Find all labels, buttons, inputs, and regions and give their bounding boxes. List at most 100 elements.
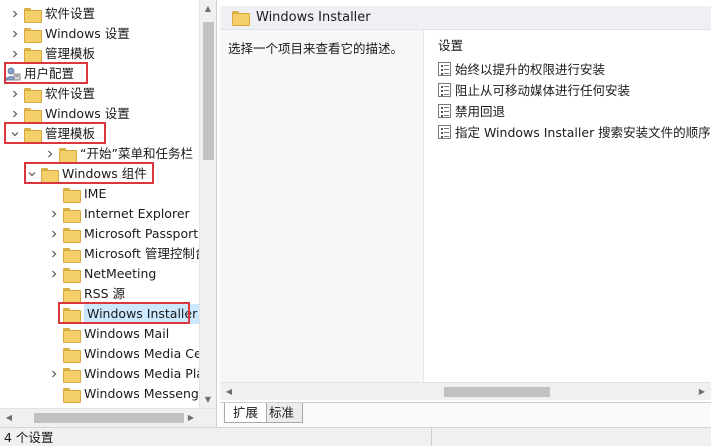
- detail-title: Windows Installer: [256, 10, 371, 25]
- description-pane: 选择一个项目来查看它的描述。: [220, 30, 424, 382]
- folder-icon: [63, 367, 81, 383]
- policy-setting-label: 指定 Windows Installer 搜索安装文件的顺序: [455, 125, 711, 140]
- folder-icon: [24, 27, 42, 43]
- policy-setting-row[interactable]: 禁用回退: [438, 100, 711, 121]
- policy-setting-icon: [438, 61, 451, 76]
- tree-item-label: 管理模板: [45, 46, 96, 61]
- tree-item-label: IME: [84, 186, 107, 201]
- tree-item[interactable]: Windows 设置: [9, 24, 130, 44]
- chevron-right-icon[interactable]: [9, 44, 21, 64]
- tree-item[interactable]: Windows Mail: [48, 324, 169, 344]
- folder-icon: [63, 227, 81, 243]
- tree-vertical-scrollbar[interactable]: ▲ ▼: [199, 0, 216, 408]
- policy-setting-label: 禁用回退: [455, 104, 506, 119]
- tree-item[interactable]: NetMeeting: [48, 264, 156, 284]
- chevron-right-icon[interactable]: [9, 4, 21, 24]
- chevron-right-icon[interactable]: [48, 224, 60, 244]
- tree-item-label: 软件设置: [45, 86, 96, 101]
- folder-icon: [59, 147, 77, 163]
- scrollbar-thumb[interactable]: [203, 22, 214, 160]
- policy-setting-icon: [438, 82, 451, 97]
- folder-icon: [63, 327, 81, 343]
- view-tab-strip: 扩展 标准: [220, 402, 711, 427]
- navigation-tree[interactable]: 软件设置 Windows 设置 管理模板 用户配置 软件设置 Windows 设置 管理模板…: [0, 0, 217, 427]
- chevron-right-icon[interactable]: [48, 364, 60, 384]
- chevron-right-icon[interactable]: [48, 244, 60, 264]
- policy-setting-label: 始终以提升的权限进行安装: [455, 62, 606, 77]
- scroll-up-icon[interactable]: ▲: [201, 4, 215, 14]
- settings-list: 设置 始终以提升的权限进行安装阻止从可移动媒体进行任何安装 禁用回退指定 Wind…: [438, 36, 711, 142]
- policy-setting-label: 阻止从可移动媒体进行任何安装: [455, 83, 631, 98]
- tree-item[interactable]: Windows Media Player: [48, 364, 217, 384]
- folder-icon: [24, 7, 42, 23]
- tree-item[interactable]: RSS 源: [48, 284, 125, 304]
- chevron-right-icon[interactable]: [48, 204, 60, 224]
- tree-item-label: Windows Media Center: [84, 346, 217, 361]
- folder-icon: [63, 287, 81, 303]
- settings-column-header[interactable]: 设置: [438, 36, 711, 56]
- folder-icon: [63, 187, 81, 203]
- scrollbar-thumb[interactable]: [444, 387, 550, 397]
- chevron-right-icon[interactable]: [48, 264, 60, 284]
- scroll-down-icon[interactable]: ▼: [201, 395, 215, 405]
- tree-item[interactable]: Windows Media Center: [48, 344, 217, 364]
- chevron-right-icon[interactable]: [9, 84, 21, 104]
- folder-icon: [63, 247, 81, 263]
- tree-item-label: Internet Explorer: [84, 206, 190, 221]
- tree-item[interactable]: IME: [48, 184, 106, 204]
- tree-item[interactable]: 管理模板: [9, 44, 95, 64]
- tree-item-label: RSS 源: [84, 286, 126, 301]
- tree-item[interactable]: Windows Messenger: [48, 384, 212, 404]
- scroll-left-icon[interactable]: ◀: [2, 413, 16, 423]
- tree-item-label: 软件设置: [45, 6, 96, 21]
- policy-setting-row[interactable]: 指定 Windows Installer 搜索安装文件的顺序: [438, 121, 711, 142]
- tree-item-label: NetMeeting: [84, 266, 157, 281]
- folder-icon: [24, 87, 42, 103]
- tree-item[interactable]: 软件设置: [9, 4, 95, 24]
- chevron-right-icon[interactable]: [9, 104, 21, 124]
- description-text: 选择一个项目来查看它的描述。: [228, 41, 404, 56]
- chevron-right-icon[interactable]: [44, 144, 56, 164]
- scroll-right-icon[interactable]: ▶: [695, 387, 709, 397]
- tree-item-label: Windows Messenger: [84, 386, 212, 401]
- highlight-box: [24, 162, 154, 184]
- tree-item-label: Windows 设置: [45, 26, 130, 41]
- tree-item[interactable]: “开始”菜单和任务栏: [44, 144, 193, 164]
- tree-item-label: Windows Media Player: [84, 366, 217, 381]
- detail-horizontal-scrollbar[interactable]: ◀ ▶: [220, 382, 711, 400]
- status-text: 4 个设置: [0, 427, 432, 446]
- tree-item[interactable]: Internet Explorer: [48, 204, 190, 224]
- scroll-left-icon[interactable]: ◀: [222, 387, 236, 397]
- highlight-box: [4, 122, 106, 144]
- tree-item-label: Windows 设置: [45, 106, 130, 121]
- tree-horizontal-scrollbar[interactable]: ◀ ▶: [0, 408, 216, 427]
- policy-setting-row[interactable]: 阻止从可移动媒体进行任何安装: [438, 79, 711, 100]
- folder-icon: [24, 107, 42, 123]
- tree-item[interactable]: 软件设置: [9, 84, 95, 104]
- folder-icon: [63, 347, 81, 363]
- tree-item[interactable]: Microsoft Passport: [48, 224, 198, 244]
- folder-icon: [63, 387, 81, 403]
- status-bar: 4 个设置: [0, 427, 711, 446]
- folder-icon: [63, 207, 81, 223]
- chevron-right-icon[interactable]: [9, 24, 21, 44]
- tree-item[interactable]: Windows 设置: [9, 104, 130, 124]
- highlight-box: [58, 302, 190, 324]
- scrollbar-thumb[interactable]: [34, 413, 184, 423]
- detail-header: Windows Installer: [220, 6, 711, 30]
- policy-setting-row[interactable]: 始终以提升的权限进行安装: [438, 58, 711, 79]
- tab-expanded[interactable]: 扩展: [224, 403, 268, 423]
- tree-item-label: “开始”菜单和任务栏: [80, 146, 193, 161]
- folder-icon: [63, 267, 81, 283]
- scroll-right-icon[interactable]: ▶: [184, 413, 198, 423]
- folder-icon: [232, 11, 250, 26]
- folder-icon: [24, 47, 42, 63]
- policy-setting-icon: [438, 103, 451, 118]
- detail-pane: Windows Installer 选择一个项目来查看它的描述。 设置 始终以提…: [220, 0, 711, 427]
- tree-item[interactable]: Microsoft 管理控制台: [48, 244, 207, 264]
